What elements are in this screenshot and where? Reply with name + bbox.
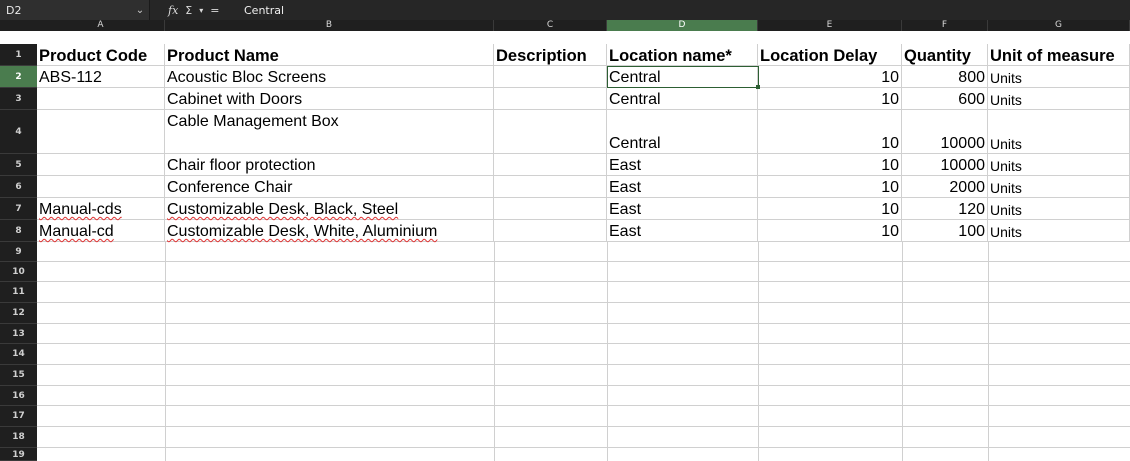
cell-location-name[interactable]: East [607,220,758,242]
header-cell-quantity[interactable]: Quantity [902,44,988,66]
sum-icon[interactable]: Σ [185,4,192,17]
dropdown-icon[interactable]: ▾ [199,6,203,15]
cell-unit-of-measure[interactable]: Units [988,176,1130,198]
header-cell-location-name[interactable]: Location name* [607,44,758,66]
cell-location-delay[interactable]: 10 [758,176,902,198]
cell-quantity[interactable]: 120 [902,198,988,220]
cell-reference: D2 [6,3,22,17]
row-header[interactable]: 6 [0,176,37,198]
cell-product-name[interactable]: Customizable Desk, White, Aluminium [165,220,494,242]
cell-quantity[interactable]: 10000 [902,110,988,154]
row-header[interactable]: 17 [0,406,37,427]
row-header[interactable]: 18 [0,427,37,448]
row-header[interactable]: 14 [0,344,37,365]
cell-product-name[interactable]: Cabinet with Doors [165,88,494,110]
cell-location-name[interactable]: Central [607,110,758,154]
cell-quantity[interactable]: 100 [902,220,988,242]
cell-description[interactable] [494,66,607,88]
cell-description[interactable] [494,88,607,110]
header-cell-product-name[interactable]: Product Name [165,44,494,66]
column-header-b[interactable]: B [165,20,494,31]
autofill-handle[interactable] [756,85,760,89]
row-header[interactable]: 9 [0,242,37,262]
cell-product-name[interactable]: Customizable Desk, Black, Steel [165,198,494,220]
header-cell-product-code[interactable]: Product Code [37,44,165,66]
header-cell-description[interactable]: Description [494,44,607,66]
formula-bar: D2 ⌄ fx Σ ▾ = Central [0,0,1130,20]
cell-text: Manual-cd [39,223,114,240]
cell-product-name[interactable]: Conference Chair [165,176,494,198]
cell-location-delay[interactable]: 10 [758,154,902,176]
cell-unit-of-measure[interactable]: Units [988,220,1130,242]
row-header[interactable]: 5 [0,154,37,176]
cell-location-name[interactable]: East [607,198,758,220]
column-header-a[interactable]: A [37,20,165,31]
header-cell-location-delay[interactable]: Location Delay [758,44,902,66]
cell-unit-of-measure[interactable]: Units [988,198,1130,220]
cell-description[interactable] [494,154,607,176]
formula-tools: fx Σ ▾ = [168,0,219,20]
cell-location-delay[interactable]: 10 [758,66,902,88]
function-wizard-icon[interactable]: fx [168,4,178,17]
equals-icon[interactable]: = [210,4,219,17]
cell-text: Customizable Desk, Black, Steel [167,201,399,218]
cell-quantity[interactable]: 800 [902,66,988,88]
column-header-e[interactable]: E [758,20,902,31]
cell-unit-of-measure[interactable]: Units [988,154,1130,176]
column-header-row: A B C D E F G [0,20,1130,31]
row-header[interactable]: 19 [0,448,37,461]
cell-description[interactable] [494,220,607,242]
cell-product-code[interactable] [37,176,165,198]
column-header-f[interactable]: F [902,20,988,31]
cell-quantity[interactable]: 2000 [902,176,988,198]
cell-text: Manual-cds [39,201,122,218]
cell-product-code[interactable] [37,110,165,154]
column-header-c[interactable]: C [494,20,607,31]
cell-product-code[interactable] [37,88,165,110]
formula-input[interactable]: Central [244,0,284,20]
cell-product-name[interactable]: Cable Management Box [165,110,494,154]
row-header[interactable]: 12 [0,303,37,324]
cell-location-name[interactable]: East [607,154,758,176]
name-box[interactable]: D2 ⌄ [0,0,150,20]
cell-unit-of-measure[interactable]: Units [988,110,1130,154]
cell-location-delay[interactable]: 10 [758,110,902,154]
cell-description[interactable] [494,110,607,154]
cell-location-name[interactable]: Central [607,66,758,88]
column-header-d[interactable]: D [607,20,758,31]
row-header[interactable]: 8 [0,220,37,242]
chevron-down-icon[interactable]: ⌄ [131,5,149,16]
cell-location-name[interactable]: East [607,176,758,198]
cell-product-name[interactable]: Chair floor protection [165,154,494,176]
row-header[interactable]: 1 [0,44,37,66]
cell-description[interactable] [494,176,607,198]
row-header[interactable]: 7 [0,198,37,220]
cell-description[interactable] [494,198,607,220]
cell-location-delay[interactable]: 10 [758,220,902,242]
cell-quantity[interactable]: 10000 [902,154,988,176]
cell-location-delay[interactable]: 10 [758,198,902,220]
cell-unit-of-measure[interactable]: Units [988,88,1130,110]
cell-location-delay[interactable]: 10 [758,88,902,110]
cell-unit-of-measure[interactable]: Units [988,66,1130,88]
empty-grid-lines [37,242,1130,461]
cell-product-code[interactable]: Manual-cd [37,220,165,242]
row-header[interactable]: 4 [0,110,37,154]
row-header[interactable]: 3 [0,88,37,110]
row-header[interactable]: 11 [0,282,37,303]
cell-product-code[interactable]: Manual-cds [37,198,165,220]
row-header[interactable]: 2 [0,66,37,88]
cell-quantity[interactable]: 600 [902,88,988,110]
cell-location-name[interactable]: Central [607,88,758,110]
cell-product-name[interactable]: Acoustic Bloc Screens [165,66,494,88]
row-header[interactable]: 15 [0,365,37,386]
column-header-g[interactable]: G [988,20,1130,31]
header-cell-unit-of-measure[interactable]: Unit of measure [988,44,1130,66]
cell-text: Customizable Desk, White, Aluminium [167,223,438,240]
cell-product-code[interactable]: ABS-112 [37,66,165,88]
row-header[interactable]: 13 [0,324,37,344]
row-header[interactable]: 10 [0,262,37,282]
row-header[interactable]: 16 [0,386,37,406]
cell-product-code[interactable] [37,154,165,176]
